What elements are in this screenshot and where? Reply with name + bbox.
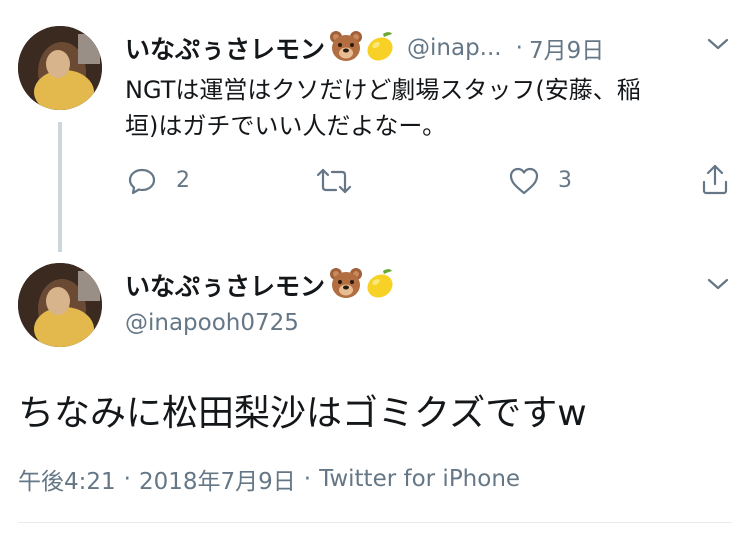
divider: [18, 522, 732, 523]
like-icon[interactable]: [508, 166, 540, 196]
meta-separator: ·: [303, 466, 312, 492]
share-icon[interactable]: [700, 162, 730, 196]
tweet-date[interactable]: 2018年7月9日: [139, 462, 296, 496]
separator: ·: [515, 35, 523, 61]
main-tweet-text: ちなみに松田梨沙はゴミクズですw: [18, 393, 587, 434]
handle[interactable]: @inapooh0725: [125, 310, 299, 336]
main-header: いなぷぅさレモン: [125, 267, 397, 303]
reply-count: 2: [176, 168, 190, 193]
avatar[interactable]: [18, 263, 102, 347]
bear-emoji-icon: [329, 30, 363, 66]
tweet-time[interactable]: 午後4:21: [18, 462, 116, 496]
reply-header: いなぷぅさレモン @inap... · 7月9日: [125, 30, 604, 66]
meta-separator: ·: [123, 466, 131, 492]
reply-text-line2: 垣)はガチでいい人だよなー。: [125, 112, 447, 140]
retweet-icon[interactable]: [316, 166, 352, 196]
lemon-emoji-icon: [365, 267, 397, 303]
thread-line: [58, 122, 62, 252]
avatar[interactable]: [18, 26, 102, 110]
chevron-down-icon[interactable]: [706, 276, 730, 292]
tweet-date[interactable]: 7月9日: [529, 31, 604, 65]
lemon-emoji-icon: [365, 30, 397, 66]
reply-text: NGTは運営はクソだけど劇場スタッフ(安藤、稲 垣)はガチでいい人だよなー。: [125, 72, 735, 144]
display-name[interactable]: いなぷぅさレモン: [125, 30, 325, 66]
chevron-down-icon[interactable]: [706, 36, 730, 52]
handle[interactable]: @inap...: [407, 35, 502, 61]
reply-text-line1: NGTは運営はクソだけど劇場スタッフ(安藤、稲: [125, 76, 641, 104]
tweet-meta: 午後4:21 · 2018年7月9日 · Twitter for iPhone: [18, 462, 520, 496]
tweet-source[interactable]: Twitter for iPhone: [319, 466, 520, 492]
display-name[interactable]: いなぷぅさレモン: [125, 267, 325, 303]
bear-emoji-icon: [329, 267, 363, 303]
like-count: 3: [558, 168, 572, 193]
reply-icon[interactable]: [127, 166, 157, 196]
